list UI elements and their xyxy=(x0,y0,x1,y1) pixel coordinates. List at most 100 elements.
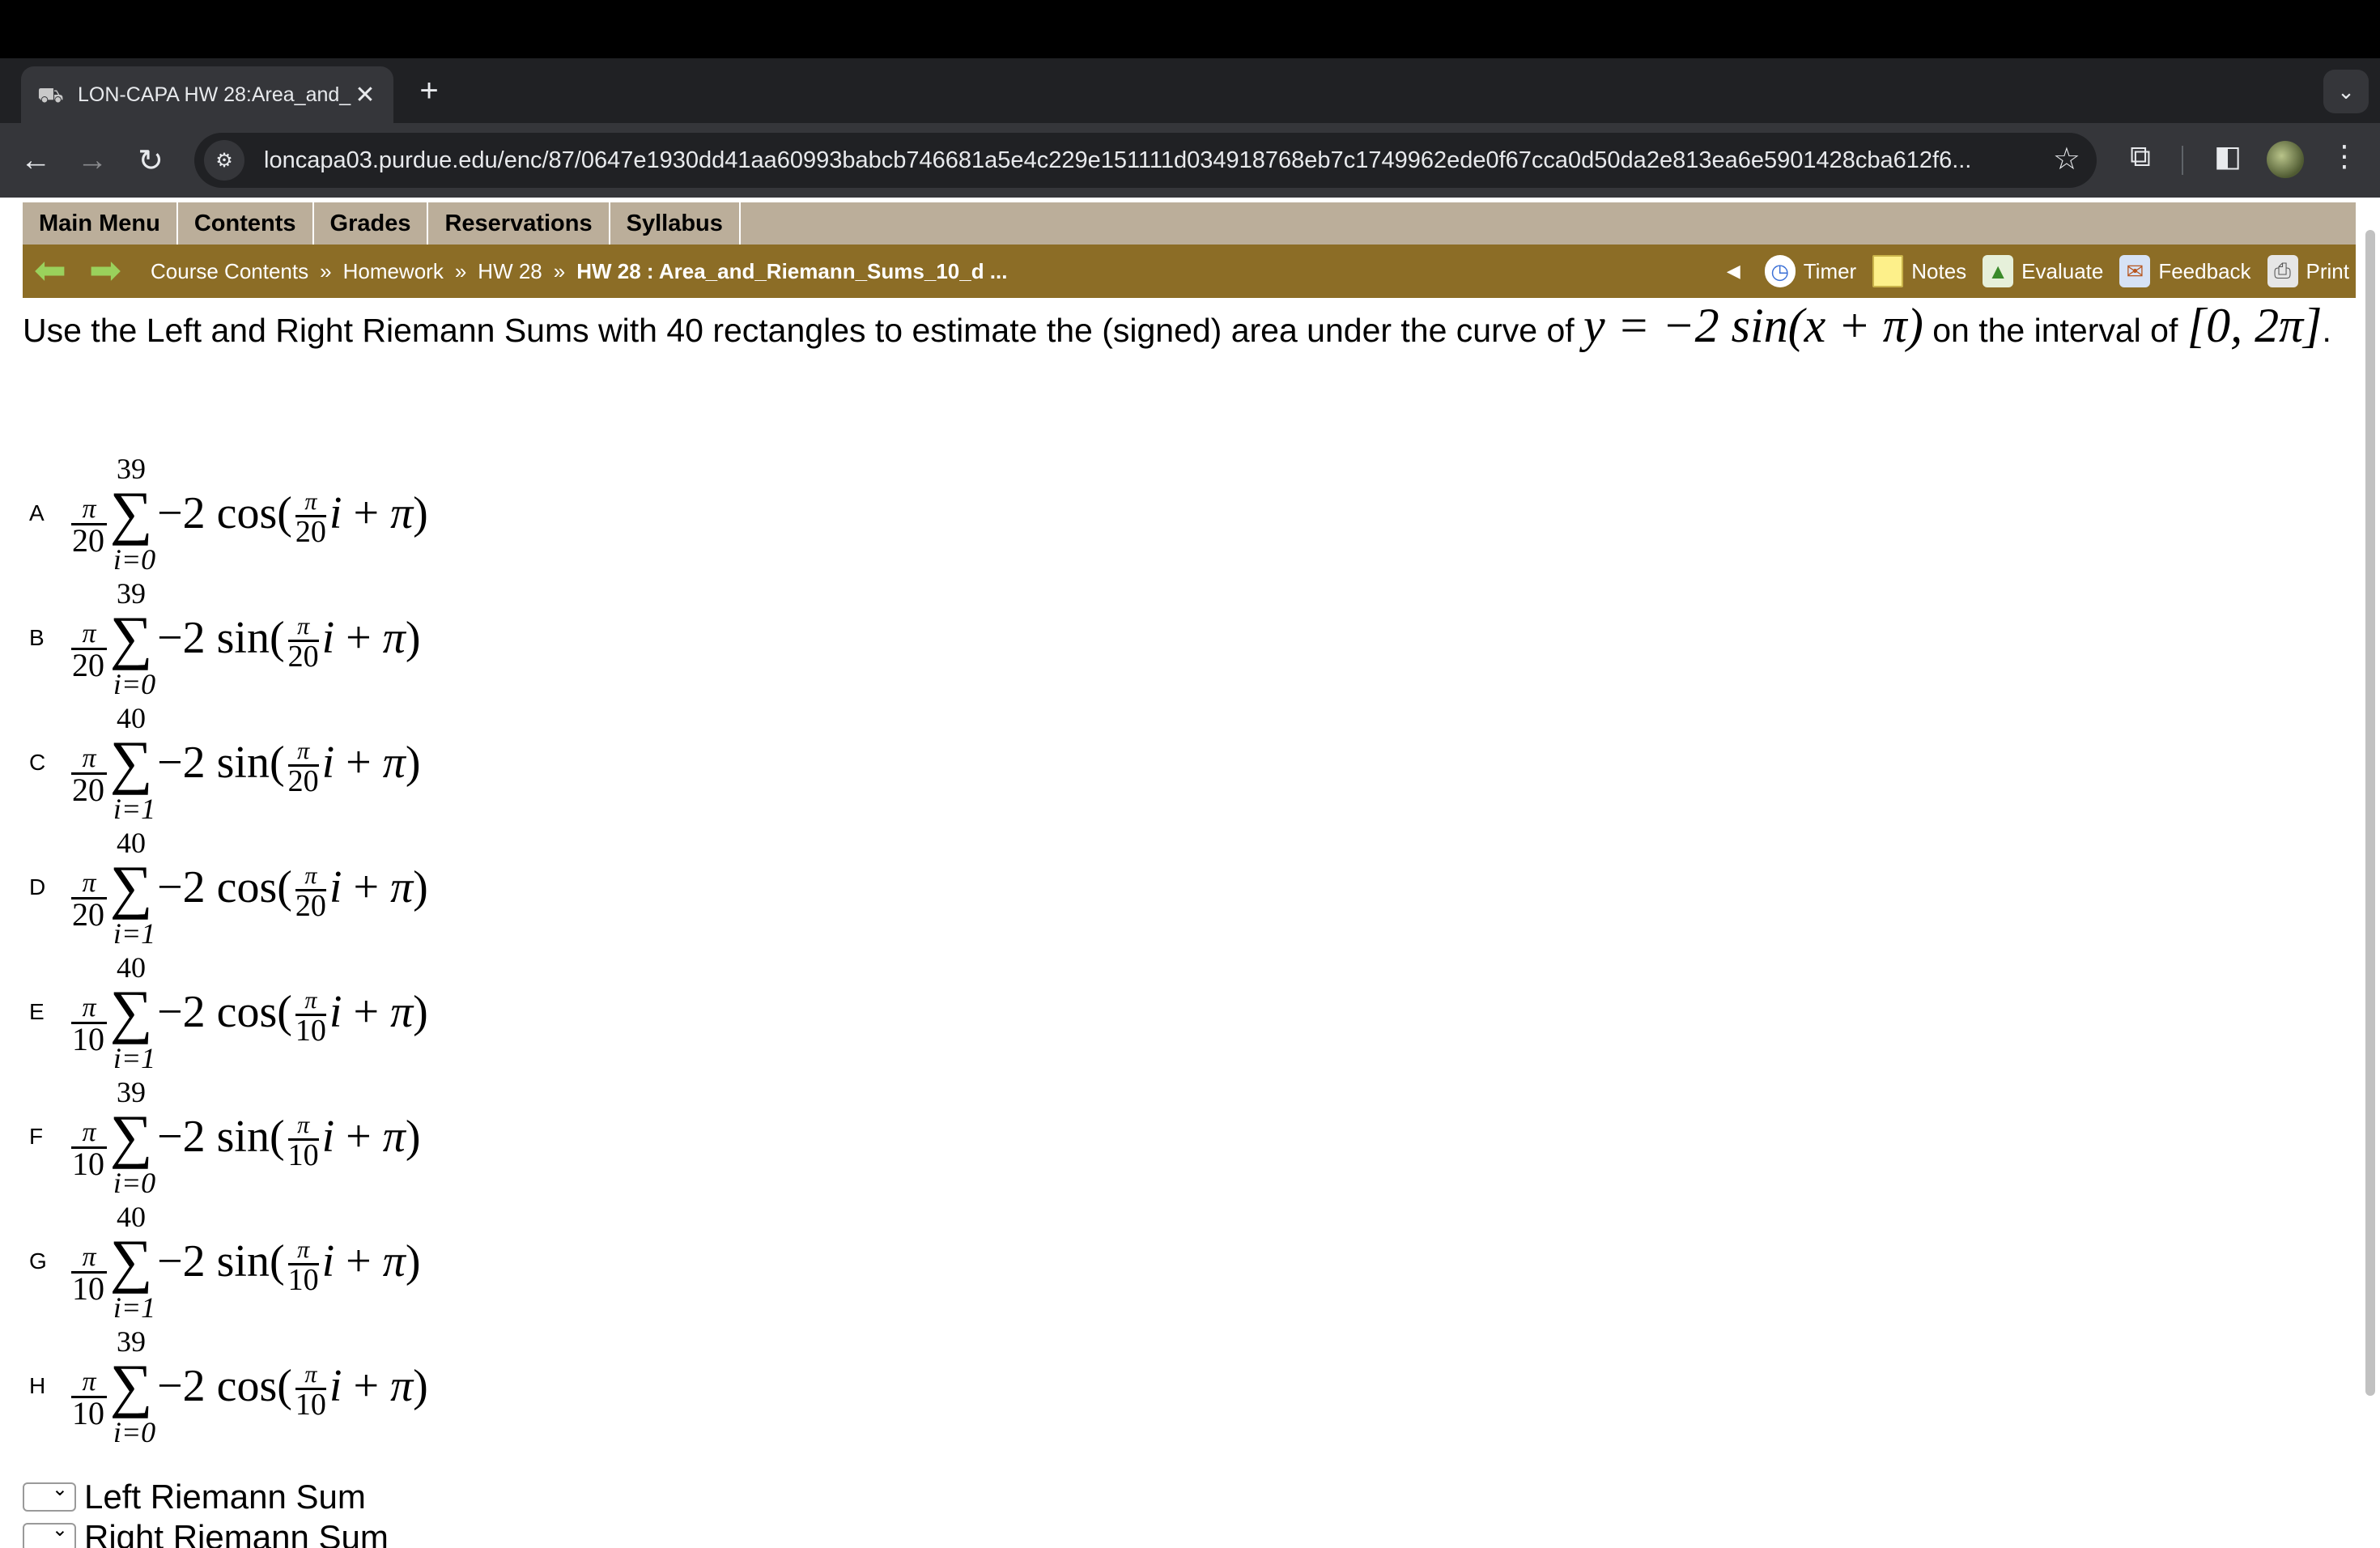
trig-function: cos xyxy=(216,862,278,912)
coef-numerator: π xyxy=(82,993,96,1023)
print-label: Print xyxy=(2306,258,2349,283)
timer-button[interactable]: ◷ Timer xyxy=(1764,255,1856,287)
answer-selects: Left Riemann Sum Right Riemann Sum xyxy=(23,1477,389,1548)
evaluate-button[interactable]: ▲ Evaluate xyxy=(1983,255,2103,287)
forward-icon[interactable]: → xyxy=(70,138,115,183)
option-letter: D xyxy=(29,874,46,899)
timer-icon: ◷ xyxy=(1764,255,1796,287)
coef-numerator: π xyxy=(82,619,96,649)
breadcrumb-separator: » xyxy=(320,258,332,283)
extensions-icon[interactable]: ⧉ xyxy=(2119,139,2161,174)
menu-main-menu[interactable]: Main Menu xyxy=(23,202,178,245)
back-icon[interactable]: ← xyxy=(13,138,58,183)
url-text[interactable]: loncapa03.purdue.edu/enc/87/0647e1930dd4… xyxy=(264,147,2061,174)
sigma-symbol: ∑ xyxy=(109,1228,153,1295)
breadcrumb-course-contents[interactable]: Course Contents xyxy=(151,259,308,284)
answer-option: Eπ 10 40 ∑ i=1 −2 cos(π 10 i + π) xyxy=(26,950,754,1075)
sigma-symbol: ∑ xyxy=(109,480,153,546)
answer-option: Gπ 10 40 ∑ i=1 −2 sin(π 10 i + π) xyxy=(26,1200,754,1325)
menu-syllabus[interactable]: Syllabus xyxy=(610,202,741,245)
right-sum-label: Right Riemann Sum xyxy=(84,1518,389,1548)
menu-reservations[interactable]: Reservations xyxy=(428,202,610,245)
page-scrollbar[interactable] xyxy=(2361,198,2380,1548)
sum-lower-limit: i=1 xyxy=(113,1291,156,1324)
inner-denominator: 10 xyxy=(287,1138,319,1172)
more-menu-icon[interactable]: ⋮ xyxy=(2323,139,2365,173)
summand-expression: −2 sin(π 10 i + π) xyxy=(157,1111,421,1172)
summand-expression: −2 cos(π 10 i + π) xyxy=(157,986,428,1048)
sum-lower-limit: i=1 xyxy=(113,1042,156,1074)
bookmark-star-icon[interactable]: ☆ xyxy=(2053,141,2080,177)
answer-option: Hπ 10 39 ∑ i=0 −2 cos(π 10 i + π) xyxy=(26,1325,754,1449)
side-panel-icon[interactable]: ◧ xyxy=(2207,139,2249,173)
tab-search-icon[interactable]: ⌄ xyxy=(2323,70,2369,113)
feedback-button[interactable]: ✉ Feedback xyxy=(2119,255,2251,287)
sum-lower-limit: i=0 xyxy=(113,1416,156,1448)
summand-expression: −2 sin(π 10 i + π) xyxy=(157,1235,421,1297)
summand-expression: −2 cos(π 20 i + π) xyxy=(157,861,428,923)
option-letter: E xyxy=(29,999,45,1024)
browser-toolbar: ← → ↻ ⚙ loncapa03.purdue.edu/enc/87/0647… xyxy=(0,123,2380,198)
trig-function: sin xyxy=(216,1236,270,1286)
collapse-arrow-icon[interactable]: ◀ xyxy=(1727,261,1740,282)
browser-tab[interactable]: ⛟ LON-CAPA HW 28:Area_and_ ✕ xyxy=(21,66,393,123)
inner-fraction: π 20 xyxy=(295,487,326,549)
inner-denominator: 10 xyxy=(287,1262,319,1297)
breadcrumb-separator: » xyxy=(553,258,566,283)
sigma-symbol: ∑ xyxy=(109,979,153,1045)
close-tab-icon[interactable]: ✕ xyxy=(353,81,377,109)
inner-denominator: 10 xyxy=(295,1013,326,1048)
question-prefix: Use the Left and Right Riemann Sums with… xyxy=(23,312,1584,349)
coef-numerator: π xyxy=(82,494,96,524)
notes-button[interactable]: Notes xyxy=(1872,255,1966,287)
option-letter: A xyxy=(29,500,45,525)
right-sum-select[interactable] xyxy=(23,1518,76,1548)
question-suffix: . xyxy=(2322,312,2331,349)
question-function: y = −2 sin(x + π) xyxy=(1583,299,1923,352)
inner-denominator: 20 xyxy=(287,639,319,674)
page-content: Main Menu Contents Grades Reservations S… xyxy=(0,198,2380,1548)
main-nav-bar: Main Menu Contents Grades Reservations S… xyxy=(23,202,2356,245)
inner-fraction: π 10 xyxy=(295,986,326,1048)
print-icon: ⎙ xyxy=(2267,255,2298,287)
inner-fraction: π 20 xyxy=(295,861,326,923)
sigma-symbol: ∑ xyxy=(109,854,153,921)
inner-fraction: π 10 xyxy=(295,1360,326,1422)
breadcrumb-current: HW 28 : Area_and_Riemann_Sums_10_d ... xyxy=(576,258,1008,283)
breadcrumb-hw28[interactable]: HW 28 xyxy=(478,259,542,284)
profile-avatar[interactable] xyxy=(2267,141,2304,178)
summand-expression: −2 sin(π 20 i + π) xyxy=(157,737,421,798)
inner-denominator: 10 xyxy=(295,1387,326,1422)
new-tab-icon[interactable]: + xyxy=(413,74,445,107)
sum-lower-limit: i=0 xyxy=(113,668,156,700)
coef-numerator: π xyxy=(82,1117,96,1147)
sum-lower-limit: i=1 xyxy=(113,793,156,825)
option-letter: F xyxy=(29,1124,44,1149)
coef-numerator: π xyxy=(82,1242,96,1272)
tab-title: LON-CAPA HW 28:Area_and_ xyxy=(78,83,351,106)
toolbar-divider xyxy=(2182,146,2183,175)
reload-icon[interactable]: ↻ xyxy=(128,138,173,183)
next-page-icon[interactable]: ➡ xyxy=(84,252,126,291)
scrollbar-thumb[interactable] xyxy=(2365,230,2375,1396)
option-letter: H xyxy=(29,1373,46,1398)
left-sum-select[interactable] xyxy=(23,1478,76,1512)
feedback-label: Feedback xyxy=(2158,258,2251,283)
system-top-bar xyxy=(0,0,2380,58)
trig-function: sin xyxy=(216,1112,270,1162)
question-middle: on the interval of xyxy=(1923,312,2187,349)
breadcrumb-homework[interactable]: Homework xyxy=(343,259,444,284)
evaluate-label: Evaluate xyxy=(2021,258,2104,283)
previous-page-icon[interactable]: ⬅ xyxy=(29,252,71,291)
trig-function: cos xyxy=(216,488,278,538)
loncapa-favicon-icon: ⛟ xyxy=(37,83,64,107)
answer-option: Dπ 20 40 ∑ i=1 −2 cos(π 20 i + π) xyxy=(26,826,754,950)
inner-fraction: π 10 xyxy=(287,1111,319,1172)
address-bar[interactable]: ⚙ loncapa03.purdue.edu/enc/87/0647e1930d… xyxy=(194,133,2097,188)
sum-lower-limit: i=1 xyxy=(113,917,156,950)
menu-grades[interactable]: Grades xyxy=(313,202,429,245)
menu-contents[interactable]: Contents xyxy=(177,202,314,245)
answer-option: Cπ 20 40 ∑ i=1 −2 sin(π 20 i + π) xyxy=(26,701,754,826)
print-button[interactable]: ⎙ Print xyxy=(2267,255,2349,287)
site-info-icon[interactable]: ⚙ xyxy=(204,140,244,181)
